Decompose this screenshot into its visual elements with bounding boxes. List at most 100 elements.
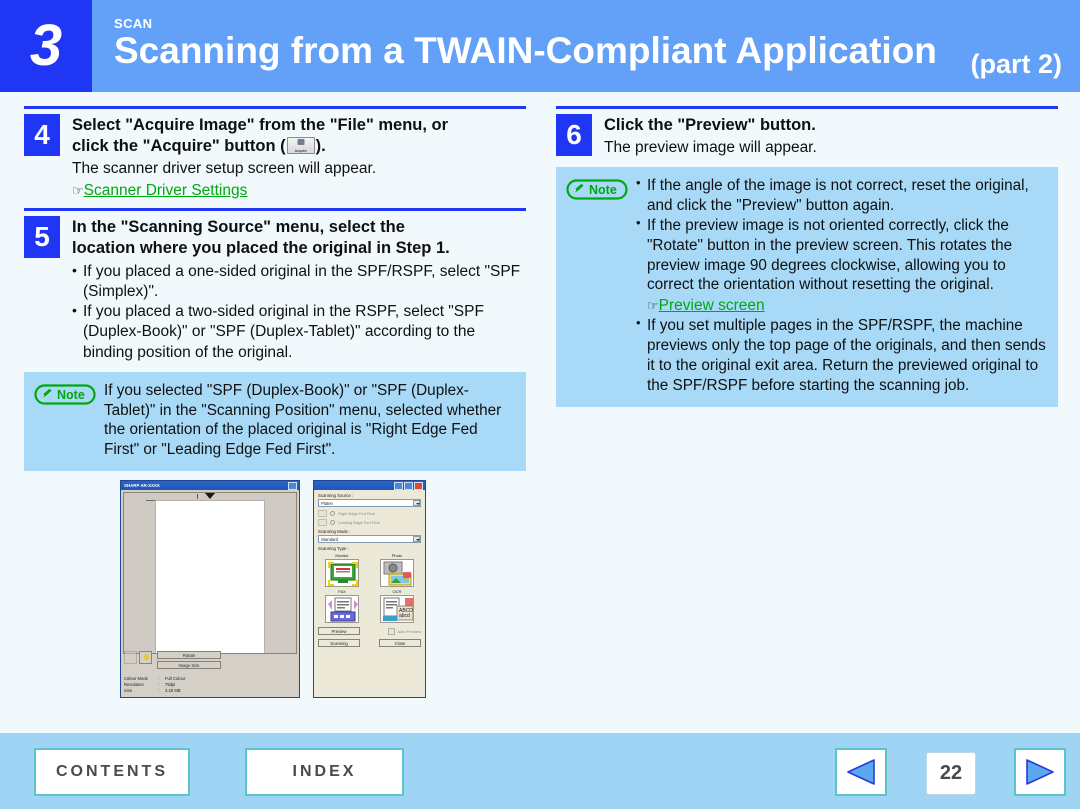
pointing-hand-icon: ☞: [647, 298, 659, 314]
auto-preview-checkbox[interactable]: Auto Preview: [388, 627, 421, 635]
step-4-title-line1: Select "Acquire Image" from the "File" m…: [72, 116, 449, 134]
scanning-type-label-fax: FAX: [338, 589, 346, 594]
svg-text:Note: Note: [57, 388, 85, 402]
minimize-icon: [288, 481, 297, 490]
step-4-crossref[interactable]: ☞Scanner Driver Settings: [72, 182, 526, 200]
status-value: 3.28 MB: [165, 688, 181, 693]
chevron-down-icon[interactable]: [413, 536, 420, 542]
scanning-source-select[interactable]: Platen: [318, 499, 421, 507]
figure-group: SHARP AR-XXXX Rotate Image Size Colour M…: [0, 480, 540, 715]
step-6-number: 6: [556, 114, 592, 156]
chevron-down-icon[interactable]: [413, 500, 420, 506]
step-5-title-line1: In the "Scanning Source" menu, select th…: [72, 218, 405, 237]
right-edge-fed-radio[interactable]: Right Edge Fed First: [318, 510, 421, 517]
auto-adjust-tool-icon[interactable]: [139, 651, 152, 664]
step-6: 6 Click the "Preview" button. The previe…: [556, 114, 1058, 158]
close-icon[interactable]: [414, 481, 423, 490]
header-part-label: (part 2): [970, 49, 1062, 79]
left-note-box: Note If you selected "SPF (Duplex-Book)"…: [24, 371, 526, 472]
minimize-icon[interactable]: [394, 481, 403, 490]
rotate-button[interactable]: Rotate: [157, 651, 221, 659]
step-6-body: Click the "Preview" button. The preview …: [604, 114, 1058, 158]
page-title: Scanning from a TWAIN-Compliant Applicat…: [114, 30, 937, 72]
driver-window-titlebar: [314, 481, 425, 490]
ruler-marker-tick: [197, 494, 198, 499]
scanning-type-label: Scanning Type :: [318, 546, 349, 551]
scanning-source-label: Scanning Source :: [318, 493, 354, 498]
step-5-title-line2: location where you placed the original i…: [72, 239, 450, 257]
scanner-driver-settings-link[interactable]: Scanner Driver Settings: [84, 182, 248, 199]
step-5-title: In the "Scanning Source" menu, select th…: [72, 217, 526, 259]
step5-rule: [24, 208, 526, 212]
monitor-icon: [325, 559, 359, 587]
index-button[interactable]: INDEX: [245, 748, 404, 796]
image-size-button[interactable]: Image Size: [157, 661, 221, 669]
preview-canvas: [123, 492, 297, 654]
svg-text:abcd: abcd: [399, 613, 410, 619]
preview-screen-crossref[interactable]: ☞Preview screen: [636, 296, 1048, 316]
preview-button[interactable]: Preview: [318, 627, 360, 635]
preview-status-area: Colour Mode: Full Colour Resolution:75dpi…: [124, 676, 185, 694]
scanning-type-ocr[interactable]: OCR ABCD abcd: [373, 589, 421, 623]
right-note-text: If the angle of the image is not correct…: [636, 175, 1048, 396]
step-5-number: 5: [24, 216, 60, 259]
next-page-button[interactable]: [1014, 748, 1066, 796]
step-4-title-line2-post: ).: [315, 136, 326, 155]
note-badge: Note: [34, 384, 96, 405]
crop-tool-icon[interactable]: [124, 651, 137, 664]
step-4-body: Select "Acquire Image" from the "File" m…: [72, 114, 526, 200]
scanning-mode-select[interactable]: Standard: [318, 535, 421, 543]
leading-edge-fed-radio[interactable]: Leading Edge Fed First: [318, 519, 421, 526]
fax-icon: [325, 595, 359, 623]
step-5-body: In the "Scanning Source" menu, select th…: [72, 216, 526, 363]
ruler-marker-arrow-icon: [205, 493, 215, 499]
preview-window-title: SHARP AR-XXXX: [124, 483, 160, 488]
right-note-bullets-top: If the angle of the image is not correct…: [636, 175, 1048, 296]
svg-text:Note: Note: [589, 183, 617, 197]
scanning-type-label-ocr: OCR: [392, 589, 402, 594]
preview-window-body: Rotate Image Size Colour Mode: Full Colou…: [121, 490, 299, 697]
list-item: If you set multiple pages in the SPF/RSP…: [636, 315, 1048, 396]
scanning-source-value: Platen: [321, 500, 333, 506]
step-4-description: The scanner driver setup screen will app…: [72, 159, 377, 177]
close-button[interactable]: Close: [379, 639, 421, 647]
header-kicker: SCAN: [114, 16, 153, 32]
step4-rule: [24, 106, 526, 109]
right-column: 6 Click the "Preview" button. The previe…: [556, 106, 1058, 407]
maximize-icon[interactable]: [404, 481, 413, 490]
scanning-type-fax[interactable]: FAX: [318, 589, 366, 623]
scanning-button[interactable]: Scanning: [318, 639, 360, 647]
chapter-number-badge: 3: [0, 0, 92, 92]
scanning-mode-label: Scanning Mode :: [318, 529, 351, 534]
left-triangle-icon: [847, 759, 875, 785]
note-badge: Note: [566, 179, 628, 200]
scanning-type-monitor[interactable]: Monitor: [318, 553, 366, 587]
step-6-title: Click the "Preview" button.: [604, 116, 816, 134]
scanning-type-photo[interactable]: Photo: [373, 553, 421, 587]
scanner-driver-window-figure: Scanning Source : Platen Right Edge Fed …: [313, 480, 426, 698]
list-item: If you placed a one-sided original in th…: [72, 261, 526, 302]
right-edge-fed-label: Right Edge Fed First: [338, 511, 375, 516]
window-buttons: [394, 481, 423, 490]
radio-dot: [330, 511, 335, 516]
window-buttons: [288, 481, 297, 490]
step-4-number: 4: [24, 114, 60, 156]
leading-edge-fed-label: Leading Edge Fed First: [338, 520, 380, 525]
scanning-type-label-photo: Photo: [391, 553, 403, 558]
contents-button[interactable]: CONTENTS: [34, 748, 190, 796]
list-item: If you placed a two-sided original in th…: [72, 301, 526, 362]
scanning-type-grid: Monitor Photo FAX OCR ABCD abcd: [318, 553, 421, 623]
left-note-paragraph: If you selected "SPF (Duplex-Book)" or "…: [104, 381, 502, 459]
step6-rule: [556, 106, 1058, 109]
step-4-title-line2-pre: click the "Acquire" button (: [72, 136, 286, 155]
preview-screen-link[interactable]: Preview screen: [659, 297, 765, 314]
right-note-bullets-bottom: If you set multiple pages in the SPF/RSP…: [636, 315, 1048, 396]
page-content: 4 Select "Acquire Image" from the "File"…: [0, 92, 1080, 733]
list-item: If the preview image is not oriented cor…: [636, 215, 1048, 296]
driver-preview-row: Preview Auto Preview: [318, 627, 421, 635]
pointing-hand-icon: ☞: [72, 183, 84, 199]
header-text-block: SCAN Scanning from a TWAIN-Compliant App…: [92, 0, 1080, 92]
ocr-icon: ABCD abcd: [380, 595, 414, 623]
driver-action-row: Scanning Close: [318, 639, 421, 647]
previous-page-button[interactable]: [835, 748, 887, 796]
